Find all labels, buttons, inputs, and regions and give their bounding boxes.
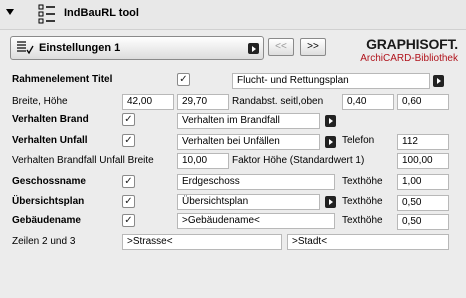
- verhalten-unfall-field[interactable]: Verhalten bei Unfällen: [177, 134, 320, 150]
- randabst-label: Randabst. seitl,oben: [232, 96, 324, 107]
- verhalten-brand-arrow-icon[interactable]: [325, 115, 336, 127]
- telefon-field[interactable]: 112: [397, 134, 449, 150]
- rahmen-checkbox[interactable]: ✓: [177, 73, 190, 86]
- uebersichtsplan-label: Übersichtsplan: [12, 196, 85, 207]
- breite-field[interactable]: 42,00: [122, 94, 174, 110]
- page-selector[interactable]: Einstellungen 1: [10, 36, 264, 60]
- geschossname-checkbox[interactable]: ✓: [122, 175, 135, 188]
- brand-library: ArchiCARD-Bibliothek: [360, 53, 458, 64]
- page-label: Einstellungen 1: [39, 42, 121, 54]
- stadt-field[interactable]: >Stadt<: [287, 234, 449, 250]
- geschoss-texthoehe-field[interactable]: 1,00: [397, 174, 449, 190]
- gebaeudename-checkbox[interactable]: ✓: [122, 214, 135, 227]
- verhalten-unfall-arrow-icon[interactable]: [325, 136, 336, 148]
- brand-name: GRAPHISOFT.: [366, 36, 458, 52]
- verhalten-brand-label: Verhalten Brand: [12, 114, 89, 125]
- breite-label: Breite, Höhe: [12, 96, 68, 107]
- faktor-hoehe-label: Faktor Höhe (Standardwert 1): [232, 155, 365, 166]
- uebersicht-texthoehe-field[interactable]: 0,50: [397, 195, 449, 211]
- grid-list-icon: [38, 4, 55, 24]
- rahmen-field[interactable]: Flucht- und Rettungsplan: [232, 73, 430, 89]
- triangle-down-icon[interactable]: [6, 9, 14, 15]
- uebersichtsplan-field[interactable]: Übersichtsplan: [177, 194, 320, 210]
- brand-logo: GRAPHISOFT. ArchiCARD-Bibliothek: [342, 36, 462, 68]
- gebaeude-texthoehe-field[interactable]: 0,50: [397, 214, 449, 230]
- verhalten-brand-checkbox[interactable]: ✓: [122, 113, 135, 126]
- rahmen-arrow-icon[interactable]: [433, 75, 444, 87]
- uebersichtsplan-arrow-icon[interactable]: [325, 196, 336, 208]
- faktor-hoehe-field[interactable]: 100,00: [397, 153, 449, 169]
- next-page-button[interactable]: >>: [300, 38, 326, 56]
- telefon-label: Telefon: [342, 135, 375, 146]
- gebaeudename-field[interactable]: >Gebäudename<: [177, 213, 335, 229]
- rahmen-label: Rahmenelement Titel: [12, 74, 113, 85]
- verhalten-breite-field[interactable]: 10,00: [177, 153, 229, 169]
- geschossname-field[interactable]: Erdgeschoss: [177, 174, 335, 190]
- gebaeudename-label: Gebäudename: [12, 215, 81, 226]
- randabst-oben-field[interactable]: 0,60: [397, 94, 449, 110]
- zeilen-label: Zeilen 2 und 3: [12, 236, 76, 247]
- dropdown-arrow-icon[interactable]: [248, 43, 259, 54]
- prev-page-button[interactable]: <<: [268, 38, 294, 56]
- tool-header: IndBauRL tool: [0, 0, 466, 30]
- uebersicht-texthoehe-label: Texthöhe: [342, 196, 383, 207]
- list-checkbox-icon: [17, 41, 34, 55]
- verhalten-unfall-label: Verhalten Unfall: [12, 135, 88, 146]
- gebaeude-texthoehe-label: Texthöhe: [342, 215, 383, 226]
- verhalten-unfall-checkbox[interactable]: ✓: [122, 134, 135, 147]
- strasse-field[interactable]: >Strasse<: [122, 234, 282, 250]
- geschossname-label: Geschossname: [12, 176, 86, 187]
- hoehe-field[interactable]: 29,70: [177, 94, 229, 110]
- uebersichtsplan-checkbox[interactable]: ✓: [122, 195, 135, 208]
- verhalten-brand-field[interactable]: Verhalten im Brandfall: [177, 113, 320, 129]
- randabst-seitl-field[interactable]: 0,40: [342, 94, 394, 110]
- geschoss-texthoehe-label: Texthöhe: [342, 176, 383, 187]
- verhalten-breite-label: Verhalten Brandfall Unfall Breite: [12, 155, 154, 166]
- tool-title: IndBauRL tool: [64, 7, 139, 19]
